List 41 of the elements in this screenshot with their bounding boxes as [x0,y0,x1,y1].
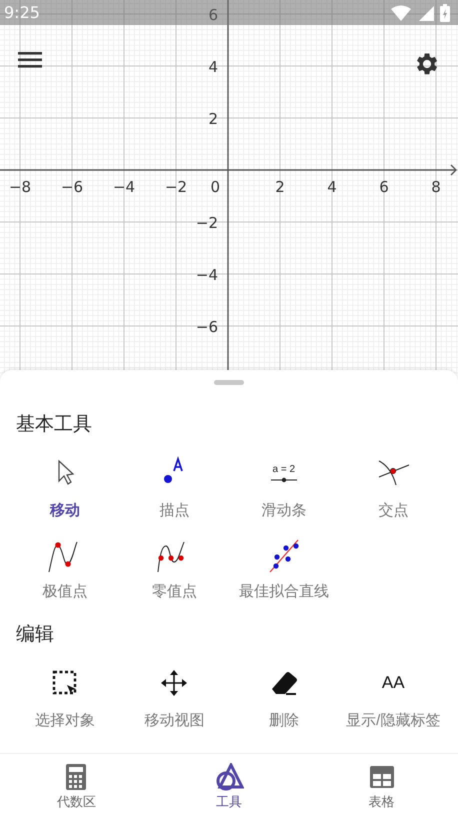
section-title: 编辑 [16,622,55,647]
signal-icon [418,4,434,20]
axis-tick-label: −4 [112,178,136,196]
tool-button[interactable]: 交点 [338,451,448,522]
axis-tick-label: 2 [275,178,285,196]
axis-tick-label: −6 [196,318,218,336]
tool-button[interactable]: 选择对象 [10,661,120,732]
nav-tab[interactable]: 工具 [152,754,306,820]
section-title: 基本工具 [16,412,93,437]
tool-button[interactable]: 移动视图 [120,661,229,732]
nav-tab[interactable]: 代数区 [0,754,153,820]
axis-tick-label: 0 [210,178,220,196]
text-size-icon: AA [373,663,414,703]
tool-button[interactable]: a = 2 滑动条 [229,451,338,522]
axis-tick-label: −4 [196,266,218,284]
tool-button[interactable]: 最佳拟合直线 [229,532,338,603]
tool-button[interactable]: 零值点 [120,532,229,603]
axis-tick-label: −2 [164,178,188,196]
axis-tick-label: 2 [208,110,218,128]
axis-tick-label: −2 [196,214,218,232]
axis-tick-label: 6 [379,178,389,196]
table-icon [368,763,396,791]
battery-icon [440,4,450,22]
axis-tick-label: 8 [431,178,441,196]
menu-icon [18,50,44,70]
axis-tick-label: −6 [60,178,84,196]
tool-button[interactable]: 极值点 [10,532,120,603]
nav-tab[interactable]: 表格 [305,754,458,820]
axis-tick-label: 6 [208,6,218,24]
geometry-shapes-icon [214,763,244,791]
status-time: 9:25 [4,3,40,22]
calculator-icon [64,763,88,791]
tool-button[interactable]: 删除 [229,661,338,732]
tool-button[interactable]: 描点 [120,451,229,522]
axis-tick-label: 4 [327,178,337,196]
tool-button[interactable]: AA 显示/隐藏标签 [338,661,448,732]
drag-handle[interactable] [214,380,244,385]
axis-tick-label: 4 [208,58,218,76]
wifi-icon [390,4,412,20]
axis-tick-label: −8 [8,178,32,196]
tool-button[interactable]: 移动 [10,451,120,522]
